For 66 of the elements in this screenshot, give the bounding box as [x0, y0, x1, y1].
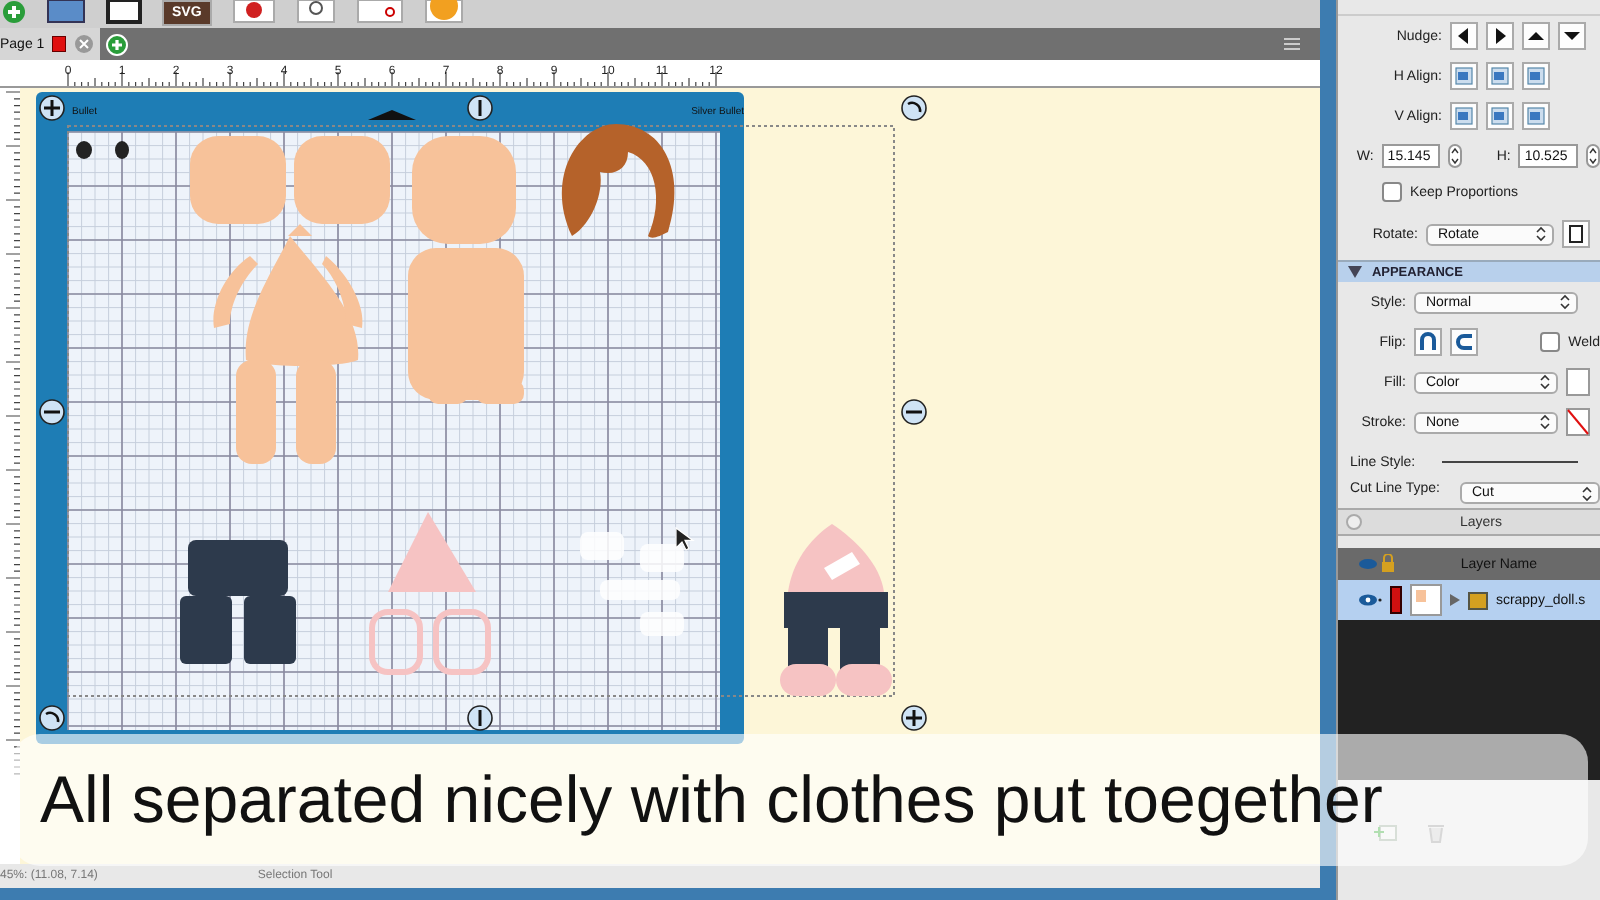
align-middle-button[interactable] [1485, 102, 1514, 130]
up-arrow-button[interactable] [1521, 22, 1550, 50]
left-arrow-button[interactable] [1449, 22, 1478, 50]
align-top-button[interactable] [1449, 102, 1478, 130]
stepper-icon[interactable] [1448, 144, 1463, 168]
eyes-drawing [76, 141, 129, 159]
left-arrow-icon [1453, 26, 1474, 46]
hair-drawing [562, 124, 675, 238]
shape-icon[interactable] [231, 0, 276, 24]
up-arrow-icon [1525, 26, 1546, 46]
eye-icon[interactable] [1357, 592, 1382, 608]
align-center-button[interactable] [1485, 62, 1514, 90]
collapse-triangle-icon [1347, 266, 1362, 278]
align-right-button[interactable] [1521, 62, 1550, 90]
rotate-handle-icon[interactable] [901, 95, 927, 121]
resize-handle-icon[interactable] [39, 399, 65, 425]
checkbox[interactable] [1540, 332, 1561, 352]
dropdown-arrows-icon [1535, 226, 1546, 242]
clothing-pieces-drawing [580, 532, 684, 636]
align-right-icon [1525, 66, 1546, 86]
align-bottom-button[interactable] [1521, 102, 1550, 130]
folder-icon [1467, 591, 1488, 609]
align-center-icon [1489, 66, 1510, 86]
rotate-button[interactable] [1561, 220, 1590, 248]
flip-horizontal-icon [1417, 332, 1438, 352]
eye-and-lock-icon [1357, 554, 1398, 574]
rotate-handle-icon[interactable] [39, 705, 65, 731]
resize-handle-icon[interactable] [467, 95, 493, 121]
dropdown-arrows-icon [1582, 485, 1592, 501]
cursor-icon [675, 526, 695, 551]
move-handle-icon[interactable] [39, 95, 65, 121]
down-arrow-button[interactable] [1557, 22, 1586, 50]
dropdown-arrows-icon [1539, 374, 1550, 390]
no-stroke-swatch[interactable] [1565, 408, 1590, 436]
fill-swatch[interactable] [1565, 368, 1590, 396]
down-arrow-icon [1561, 26, 1582, 46]
align-left-icon [1453, 66, 1474, 86]
flip-vertical-button[interactable] [1449, 328, 1478, 356]
dropdown-arrows-icon [1539, 414, 1550, 430]
stepper-icon[interactable] [1586, 144, 1600, 168]
expand-triangle-icon[interactable] [1449, 594, 1460, 606]
flip-vertical-icon [1453, 332, 1474, 352]
plus-icon[interactable] [2, 0, 26, 24]
dropdown-arrows-icon [1559, 294, 1570, 310]
close-icon[interactable] [74, 34, 95, 54]
shorts-drawing [180, 540, 296, 664]
color-swatch-icon [1389, 586, 1402, 614]
subtitle-caption: All separated nicely with clothes put toegether [12, 734, 1588, 866]
document-icon[interactable] [46, 0, 86, 24]
add-page-icon[interactable] [106, 33, 129, 55]
menu-icon[interactable] [1284, 38, 1300, 50]
right-arrow-button[interactable] [1485, 22, 1514, 50]
align-top-icon [1453, 106, 1474, 126]
align-bottom-icon [1525, 106, 1546, 126]
resize-handle-icon[interactable] [467, 705, 493, 731]
resize-handle-icon[interactable] [901, 399, 927, 425]
page-icon [1565, 224, 1586, 244]
page-icon[interactable] [106, 0, 142, 24]
align-middle-icon [1489, 106, 1510, 126]
layer-thumbnail [1409, 584, 1442, 616]
flip-horizontal-button[interactable] [1413, 328, 1442, 356]
align-left-button[interactable] [1449, 62, 1478, 90]
move-handle-icon[interactable] [901, 705, 927, 731]
checkbox[interactable] [1381, 182, 1402, 202]
triangle-icon [368, 110, 416, 120]
color-swatch-icon [52, 36, 67, 52]
